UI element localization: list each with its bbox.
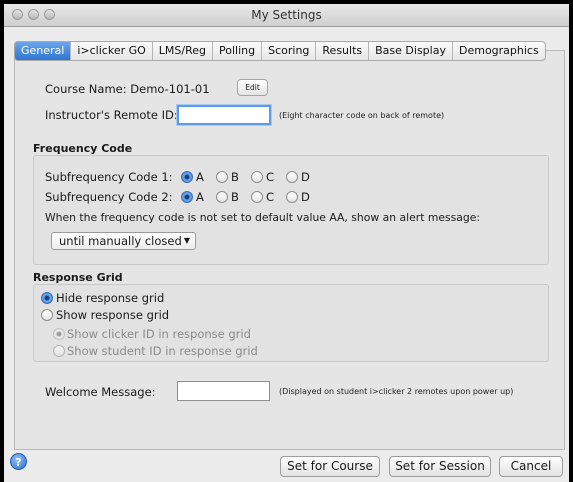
alert-duration-select[interactable]: until manually closed ▼	[51, 232, 196, 250]
cancel-button[interactable]: Cancel	[499, 456, 563, 477]
window-title: My Settings	[251, 8, 322, 22]
sub2-radio-c[interactable]	[251, 191, 263, 203]
sub1-option-d: D	[301, 170, 310, 184]
sub1-radio-a[interactable]	[181, 171, 193, 183]
sub1-radio-b[interactable]	[216, 171, 228, 183]
sub2-radio-a[interactable]	[181, 191, 193, 203]
show-grid-radio[interactable]	[41, 309, 53, 321]
sub2-option-b: B	[231, 190, 239, 204]
set-for-course-button[interactable]: Set for Course	[280, 456, 380, 477]
remote-id-label: Instructor's Remote ID:	[45, 108, 178, 122]
subfrequency-2-label: Subfrequency Code 2:	[45, 190, 173, 204]
title-bar: My Settings	[4, 4, 569, 27]
hide-grid-label: Hide response grid	[56, 291, 165, 305]
remote-id-hint: (Eight character code on back of remote)	[279, 111, 445, 120]
set-for-session-button[interactable]: Set for Session	[389, 456, 491, 477]
tab-general[interactable]: General	[15, 42, 71, 60]
settings-window: My Settings Course Name: Demo-101-01 Edi…	[4, 4, 569, 482]
help-icon[interactable]: ?	[10, 453, 27, 470]
welcome-message-input[interactable]	[177, 381, 270, 401]
sub1-radio-c[interactable]	[251, 171, 263, 183]
tab-iclicker-go[interactable]: i>clicker GO	[70, 42, 151, 60]
hide-grid-radio[interactable]	[41, 292, 53, 304]
sub1-option-c: C	[266, 170, 275, 184]
tab-polling[interactable]: Polling	[212, 42, 261, 60]
sub1-radio-d[interactable]	[286, 171, 298, 183]
chevron-down-icon: ▼	[183, 236, 190, 245]
tab-scoring[interactable]: Scoring	[261, 42, 315, 60]
general-panel: Course Name: Demo-101-01 Edit Instructor…	[14, 50, 565, 450]
show-student-id-label: Show student ID in response grid	[67, 344, 258, 358]
sub2-option-d: D	[301, 190, 310, 204]
remote-id-input[interactable]	[177, 105, 271, 125]
settings-tabs: General i>clicker GO LMS/Reg Polling Sco…	[14, 41, 546, 61]
sub2-option-c: C	[266, 190, 275, 204]
subfrequency-1-label: Subfrequency Code 1:	[45, 170, 173, 184]
alert-duration-value: until manually closed	[59, 234, 182, 248]
sub1-option-a: A	[196, 170, 204, 184]
show-clicker-id-radio	[53, 328, 65, 340]
course-name-label: Course Name: Demo-101-01	[45, 82, 210, 96]
sub2-radio-d[interactable]	[286, 191, 298, 203]
welcome-message-hint: (Displayed on student i>clicker 2 remote…	[279, 387, 514, 396]
show-student-id-radio	[53, 345, 65, 357]
sub1-option-b: B	[231, 170, 239, 184]
show-grid-label: Show response grid	[56, 308, 170, 322]
alert-message-text: When the frequency code is not set to de…	[45, 211, 481, 224]
edit-button[interactable]: Edit	[237, 79, 268, 96]
response-grid-title: Response Grid	[33, 271, 123, 284]
sub2-radio-b[interactable]	[216, 191, 228, 203]
tab-results[interactable]: Results	[315, 42, 368, 60]
sub2-option-a: A	[196, 190, 204, 204]
show-clicker-id-label: Show clicker ID in response grid	[67, 327, 251, 341]
tab-demographics[interactable]: Demographics	[451, 42, 545, 60]
tab-lms-reg[interactable]: LMS/Reg	[151, 42, 212, 60]
tab-base-display[interactable]: Base Display	[368, 42, 452, 60]
frequency-code-title: Frequency Code	[33, 142, 133, 155]
welcome-message-label: Welcome Message:	[45, 385, 156, 399]
